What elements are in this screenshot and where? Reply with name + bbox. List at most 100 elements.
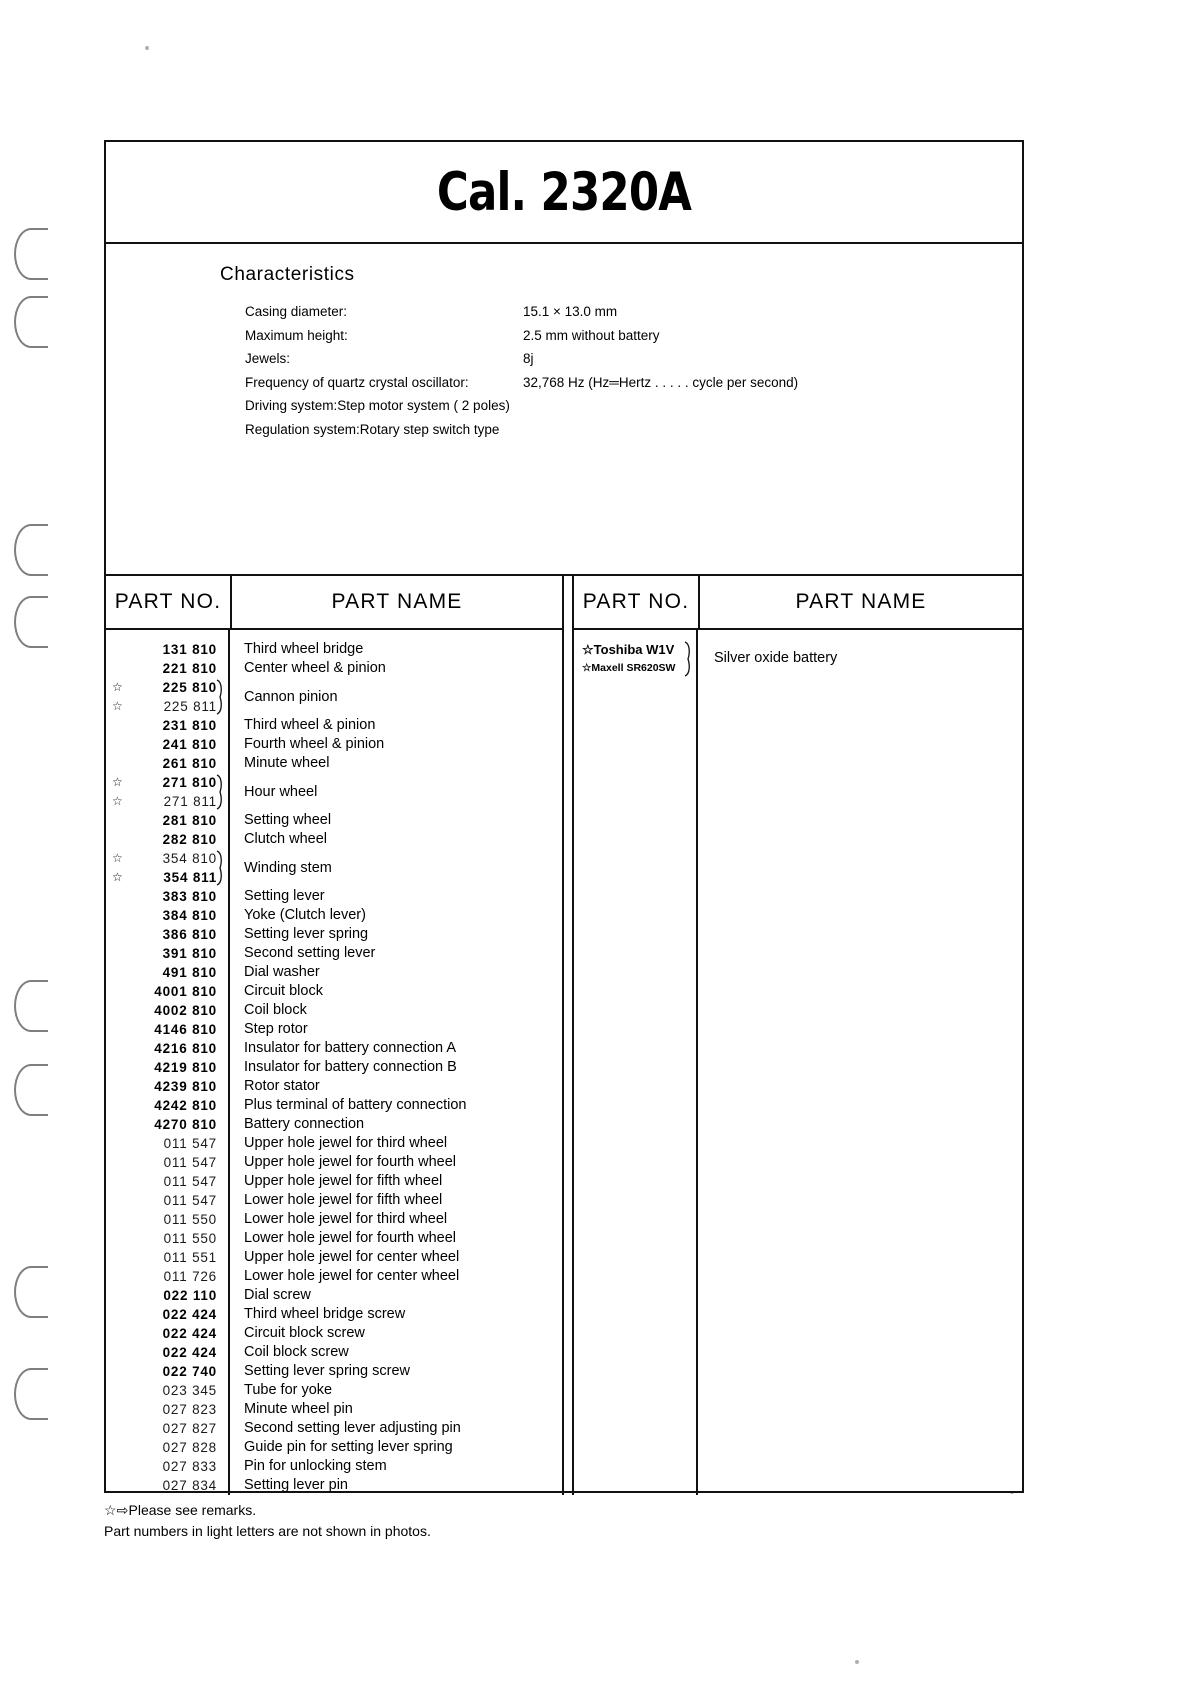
star-icon: ☆ bbox=[112, 794, 124, 808]
part-name: Upper hole jewel for fifth wheel bbox=[244, 1173, 443, 1189]
characteristic-row: Driving system:Step motor system ( 2 pol… bbox=[245, 394, 1022, 418]
part-name: Lower hole jewel for center wheel bbox=[244, 1268, 460, 1284]
part-number-text: 011 726 bbox=[163, 1269, 217, 1284]
part-number: 022 424 bbox=[106, 1324, 228, 1343]
scan-edge-mark bbox=[14, 596, 48, 648]
star-icon: ☆ bbox=[112, 870, 124, 884]
characteristic-value: 2.5 mm without battery bbox=[523, 327, 660, 343]
star-icon: ☆ bbox=[582, 642, 594, 657]
part-number: 391 810 bbox=[106, 944, 228, 963]
scan-edge-mark bbox=[14, 524, 48, 576]
part-number: 022 424 bbox=[106, 1305, 228, 1324]
part-number-text: 011 547 bbox=[163, 1193, 217, 1208]
part-number: 011 547 bbox=[106, 1134, 228, 1153]
characteristics-rows: Casing diameter: 15.1 × 13.0 mm Maximum he… bbox=[220, 300, 1022, 441]
part-number-text: 011 547 bbox=[163, 1155, 217, 1170]
footer-note-remarks-text: Please see remarks. bbox=[128, 1502, 257, 1518]
part-number: 386 810 bbox=[106, 925, 228, 944]
part-name: Upper hole jewel for center wheel bbox=[244, 1249, 460, 1265]
part-number: 4270 810 bbox=[106, 1115, 228, 1134]
part-number-text: 4270 810 bbox=[154, 1117, 217, 1132]
part-no-group: ☆ 271 810 ☆ 271 811 bbox=[106, 773, 228, 811]
part-name: Coil block bbox=[244, 1002, 307, 1018]
part-name: Fourth wheel & pinion bbox=[244, 736, 385, 752]
characteristic-row: Maximum height: 2.5 mm without battery bbox=[245, 324, 1022, 348]
part-number-text: 4219 810 bbox=[154, 1060, 217, 1075]
footer-note-remarks: ☆⇨Please see remarks. bbox=[104, 1500, 1004, 1521]
characteristic-label: Frequency of quartz crystal oscillator: bbox=[245, 374, 469, 390]
scan-edge-mark bbox=[14, 228, 48, 280]
part-name: Upper hole jewel for third wheel bbox=[244, 1135, 448, 1151]
characteristic-value: 32,768 Hz (Hz═Hertz . . . . . cycle per … bbox=[523, 374, 799, 390]
battery-part-number: ☆Toshiba W1V bbox=[574, 640, 696, 659]
part-number-text: 386 810 bbox=[162, 927, 217, 942]
battery-part-number-text: Toshiba W1V bbox=[593, 642, 675, 657]
star-icon: ☆ bbox=[112, 775, 124, 789]
part-number: ☆ 225 811 bbox=[106, 697, 228, 716]
part-number-text: 384 810 bbox=[162, 908, 217, 923]
group-brace-icon bbox=[216, 774, 226, 810]
parts-table: PART NO. PART NAME 131 810 221 810 ☆ 225 81… bbox=[106, 576, 1022, 1495]
part-number-text: 022 424 bbox=[162, 1345, 217, 1360]
column-header-part-name: PART NAME bbox=[331, 590, 463, 613]
part-name: Setting lever bbox=[244, 888, 325, 904]
part-number-text: 4002 810 bbox=[154, 1003, 217, 1018]
part-no-column: 131 810 221 810 ☆ 225 810 ☆ 225 811 231 810 241… bbox=[106, 630, 230, 1495]
footer-note-light-letters: Part numbers in light letters are not sh… bbox=[104, 1523, 431, 1539]
part-number: 022 740 bbox=[106, 1362, 228, 1381]
table-body-right: ☆Toshiba W1V ☆Maxell SR620SW Silver oxide… bbox=[574, 630, 1022, 1495]
part-name: Step rotor bbox=[244, 1021, 308, 1037]
characteristic-label: Maximum height: bbox=[245, 327, 348, 343]
table-header-left: PART NO. PART NAME bbox=[106, 576, 562, 630]
part-name: Setting wheel bbox=[244, 812, 332, 828]
part-no-group: ☆ 354 810 ☆ 354 811 bbox=[106, 849, 228, 887]
characteristic-value: 15.1 × 13.0 mm bbox=[523, 304, 618, 319]
part-number-text: 4216 810 bbox=[154, 1041, 217, 1056]
part-number: 131 810 bbox=[106, 640, 228, 659]
part-number-text: 241 810 bbox=[162, 737, 217, 752]
part-number-text: 4001 810 bbox=[154, 984, 217, 999]
part-name: Battery connection bbox=[244, 1116, 365, 1132]
part-number-text: 221 810 bbox=[162, 661, 217, 676]
part-number: 4002 810 bbox=[106, 1001, 228, 1020]
star-icon: ☆ bbox=[104, 1502, 117, 1518]
part-number: 022 424 bbox=[106, 1343, 228, 1362]
part-name: Tube for yoke bbox=[244, 1382, 333, 1398]
page-title: Cal. 2320A bbox=[436, 161, 692, 223]
part-number: 282 810 bbox=[106, 830, 228, 849]
star-icon: ☆ bbox=[112, 680, 124, 694]
part-name: Insulator for battery connection B bbox=[244, 1059, 457, 1075]
battery-part-name-column: Silver oxide battery bbox=[698, 630, 1022, 1495]
part-number: 027 828 bbox=[106, 1438, 228, 1457]
part-number: ☆ 271 810 bbox=[106, 773, 228, 792]
part-number: 281 810 bbox=[106, 811, 228, 830]
part-number-text: 225 810 bbox=[162, 680, 217, 695]
scan-edge-mark bbox=[14, 1368, 48, 1420]
part-number: 383 810 bbox=[106, 887, 228, 906]
part-name: Hour wheel bbox=[244, 784, 318, 800]
part-name: Upper hole jewel for fourth wheel bbox=[244, 1154, 456, 1170]
scan-speckle bbox=[145, 46, 149, 50]
part-number: 011 547 bbox=[106, 1153, 228, 1172]
part-number-text: 022 740 bbox=[162, 1364, 217, 1379]
part-number: ☆ 225 810 bbox=[106, 678, 228, 697]
characteristic-row: Frequency of quartz crystal oscillator: 3… bbox=[245, 371, 1022, 395]
part-number: ☆ 354 811 bbox=[106, 868, 228, 887]
part-number-text: 131 810 bbox=[162, 642, 217, 657]
part-number: 011 550 bbox=[106, 1229, 228, 1248]
part-name-column: Third wheel bridge Center wheel & pinion C… bbox=[230, 630, 562, 1495]
part-number-text: 011 550 bbox=[163, 1212, 217, 1227]
part-number: 027 833 bbox=[106, 1457, 228, 1476]
part-number-text: 225 811 bbox=[163, 699, 217, 714]
part-number-text: 022 424 bbox=[162, 1326, 217, 1341]
part-name: Second setting lever bbox=[244, 945, 376, 961]
characteristics-heading: Characteristics bbox=[220, 264, 355, 285]
part-name: Silver oxide battery bbox=[714, 650, 838, 666]
column-header-part-name-right: PART NAME bbox=[795, 590, 927, 613]
part-name: Coil block screw bbox=[244, 1344, 349, 1360]
part-number-text: 391 810 bbox=[162, 946, 217, 961]
part-no-group: ☆ 225 810 ☆ 225 811 bbox=[106, 678, 228, 716]
part-number: 027 823 bbox=[106, 1400, 228, 1419]
title-block: Cal. 2320A bbox=[106, 142, 1022, 244]
characteristic-row: Jewels: 8j bbox=[245, 347, 1022, 371]
